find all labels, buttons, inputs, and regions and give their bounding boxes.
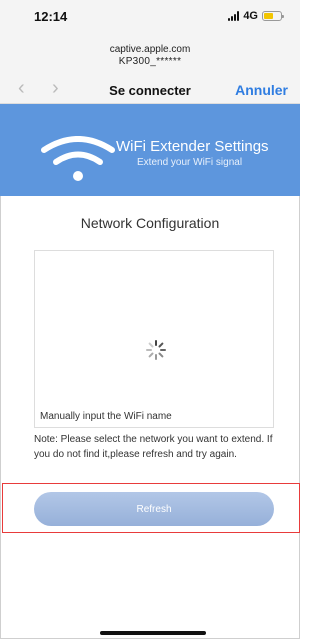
section-title: Network Configuration	[80, 215, 220, 231]
cancel-button[interactable]: Annuler	[235, 82, 288, 98]
portal-header: captive.apple.com KP300_****** ‹ › Se co…	[0, 34, 300, 104]
note-text: Note: Please select the network you want…	[34, 434, 273, 460]
spinner-icon	[146, 340, 166, 360]
battery-icon	[262, 11, 284, 21]
status-bar: 12:14 4G	[0, 0, 300, 34]
wifi-icon	[41, 136, 115, 181]
banner-subtitle: Extend your WiFi signal	[137, 157, 243, 168]
portal-ssid: KP300_******	[118, 56, 182, 67]
banner-title: WiFi Extender Settings	[116, 138, 269, 155]
network-type: 4G	[243, 10, 258, 22]
manual-input-link[interactable]: Manually input the WiFi name	[40, 411, 172, 422]
portal-domain: captive.apple.com	[109, 44, 191, 55]
status-time: 12:14	[34, 9, 68, 24]
home-indicator	[100, 631, 206, 635]
refresh-button[interactable]: Refresh	[34, 492, 274, 526]
signal-icon	[228, 11, 240, 21]
status-indicators: 4G	[228, 10, 284, 22]
